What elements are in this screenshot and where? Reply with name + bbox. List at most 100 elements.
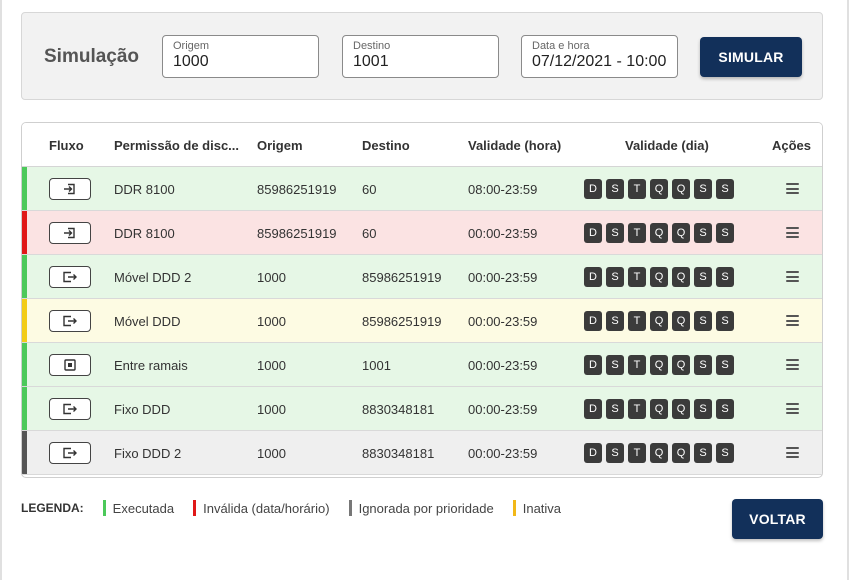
weekday-badge: D xyxy=(584,311,602,331)
table-row: Móvel DDD 1000 85986251919 00:00-23:59 D S T Q Q… xyxy=(22,299,822,343)
weekday-badge: Q xyxy=(650,443,668,463)
weekday-badge: Q xyxy=(650,355,668,375)
weekday-badge: D xyxy=(584,355,602,375)
weekday-badge: S xyxy=(716,399,734,419)
header-validity-days: Validade (dia) xyxy=(625,138,709,153)
row-status-indicator xyxy=(22,255,27,298)
legend-item: Inativa xyxy=(512,500,561,516)
weekday-badge: Q xyxy=(672,355,690,375)
weekday-badge: S xyxy=(606,179,624,199)
weekday-badge: Q xyxy=(650,399,668,419)
flow-button[interactable] xyxy=(49,178,91,200)
cell-destination: 1001 xyxy=(362,358,391,373)
weekday-badge: S xyxy=(694,355,712,375)
weekday-badge: Q xyxy=(672,267,690,287)
weekday-badges: DSTQQSS xyxy=(584,223,734,243)
weekday-badge: S xyxy=(606,355,624,375)
cell-validity-hours: 00:00-23:59 xyxy=(468,402,538,417)
table-row: DDR 8100 85986251919 60 08:00-23:59 D S T Q Q S S xyxy=(22,167,822,211)
cell-validity-hours: 00:00-23:59 xyxy=(468,358,538,373)
table-row: Fixo DDD 1000 8830348181 00:00-23:59 D S T Q Q S S xyxy=(22,387,822,431)
datetime-field[interactable]: Data e hora 07/12/2021 - 10:00 xyxy=(521,35,678,78)
weekday-badge: S xyxy=(606,267,624,287)
weekday-badge: Q xyxy=(672,311,690,331)
weekday-badge: D xyxy=(584,179,602,199)
header-destination: Destino xyxy=(362,138,410,153)
inbound-arrow-icon xyxy=(63,183,77,195)
row-actions-menu-icon[interactable] xyxy=(786,403,799,414)
row-actions-menu-icon[interactable] xyxy=(786,447,799,458)
cell-destination: 8830348181 xyxy=(362,446,435,461)
legend-item: Ignorada por prioridade xyxy=(348,500,494,516)
row-status-indicator xyxy=(22,387,27,430)
cell-validity-hours: 00:00-23:59 xyxy=(468,226,538,241)
weekday-badge: T xyxy=(628,223,646,243)
weekday-badge: T xyxy=(628,443,646,463)
row-actions-menu-icon[interactable] xyxy=(786,227,799,238)
row-status-indicator xyxy=(22,211,27,254)
flow-button[interactable] xyxy=(49,442,91,464)
weekday-badge: T xyxy=(628,267,646,287)
weekday-badge: Q xyxy=(672,223,690,243)
header-flow: Fluxo xyxy=(49,138,84,153)
row-actions-menu-icon[interactable] xyxy=(786,271,799,282)
weekday-badge: S xyxy=(694,179,712,199)
cell-origin: 1000 xyxy=(257,270,286,285)
cell-destination: 60 xyxy=(362,226,377,241)
flow-button[interactable] xyxy=(49,398,91,420)
header-permission: Permissão de disc... xyxy=(114,138,240,153)
legend-title: LEGENDA: xyxy=(21,501,84,515)
cell-origin: 1000 xyxy=(257,314,286,329)
cell-destination: 85986251919 xyxy=(362,314,442,329)
cell-origin: 1000 xyxy=(257,402,286,417)
flow-button[interactable] xyxy=(49,310,91,332)
weekday-badge: S xyxy=(716,355,734,375)
weekday-badge: T xyxy=(628,355,646,375)
legend-swatch xyxy=(102,500,106,516)
weekday-badge: S xyxy=(694,267,712,287)
row-actions-menu-icon[interactable] xyxy=(786,315,799,326)
weekday-badge: Q xyxy=(672,179,690,199)
simulate-button[interactable]: SIMULAR xyxy=(700,37,802,77)
cell-destination: 85986251919 xyxy=(362,270,442,285)
flow-button[interactable] xyxy=(49,354,91,376)
weekday-badge: S xyxy=(606,311,624,331)
weekday-badge: S xyxy=(716,223,734,243)
row-status-indicator xyxy=(22,431,27,474)
legend-label: Inválida (data/horário) xyxy=(203,500,330,516)
simulation-panel: Simulação Origem 1000 Destino 1001 Data … xyxy=(21,12,823,100)
destination-field[interactable]: Destino 1001 xyxy=(342,35,499,78)
rules-table: Fluxo Permissão de disc... Origem Destin… xyxy=(21,122,823,478)
cell-destination: 8830348181 xyxy=(362,402,435,417)
origin-field[interactable]: Origem 1000 xyxy=(162,35,319,78)
cell-validity-hours: 08:00-23:59 xyxy=(468,182,538,197)
flow-button[interactable] xyxy=(49,222,91,244)
weekday-badge: S xyxy=(716,267,734,287)
weekday-badges: DSTQQSS xyxy=(584,179,734,199)
weekday-badge: Q xyxy=(650,179,668,199)
destination-field-value[interactable]: 1001 xyxy=(353,52,488,72)
legend-label: Ignorada por prioridade xyxy=(358,500,494,516)
weekday-badge: D xyxy=(584,399,602,419)
legend: LEGENDA: Executada Inválida (data/horário… xyxy=(21,500,580,516)
weekday-badge: Q xyxy=(672,443,690,463)
outbound-arrow-icon xyxy=(62,315,78,327)
cell-origin: 1000 xyxy=(257,446,286,461)
weekday-badge: D xyxy=(584,267,602,287)
internal-dot-icon xyxy=(64,359,76,371)
weekday-badge: T xyxy=(628,399,646,419)
header-actions: Ações xyxy=(772,138,812,153)
row-status-indicator xyxy=(22,167,27,210)
weekday-badge: S xyxy=(694,223,712,243)
back-button[interactable]: VOLTAR xyxy=(732,499,823,539)
row-actions-menu-icon[interactable] xyxy=(786,183,799,194)
cell-permission: Móvel DDD xyxy=(114,314,181,329)
origin-field-value[interactable]: 1000 xyxy=(173,52,308,72)
weekday-badge: Q xyxy=(650,223,668,243)
flow-button[interactable] xyxy=(49,266,91,288)
datetime-field-value[interactable]: 07/12/2021 - 10:00 xyxy=(532,52,667,72)
table-row: DDR 8100 85986251919 60 00:00-23:59 D S T Q Q S S xyxy=(22,211,822,255)
weekday-badge: S xyxy=(606,443,624,463)
row-actions-menu-icon[interactable] xyxy=(786,359,799,370)
legend-swatch xyxy=(348,500,352,516)
